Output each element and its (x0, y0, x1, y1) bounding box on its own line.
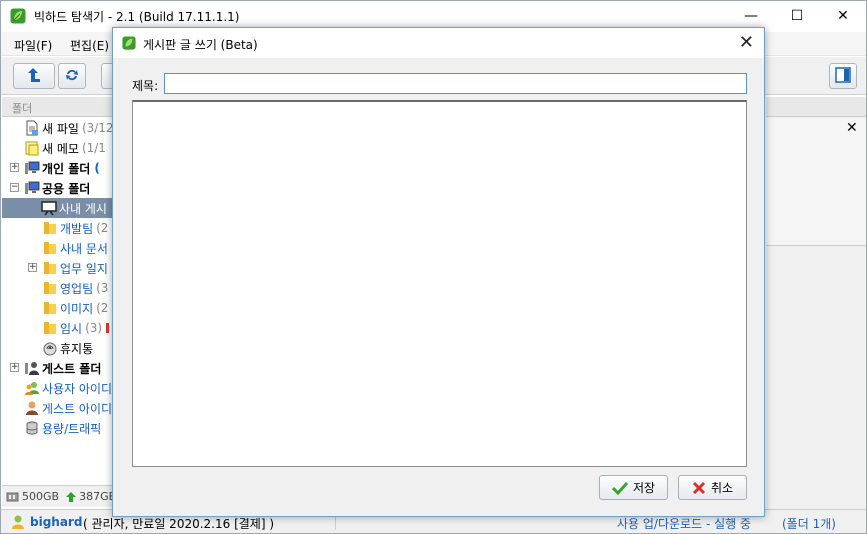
disk-icon (6, 490, 19, 503)
user-avatar-icon (10, 514, 26, 530)
close-button[interactable]: ✕ (820, 1, 866, 31)
tree-item-guest-folder[interactable]: 게스트 폴더 (24, 358, 113, 378)
guest-folder-icon (24, 360, 40, 376)
expand-guest-folder[interactable]: + (10, 363, 19, 372)
tree-item-new-memo[interactable]: 새 메모 (1/1 (24, 138, 113, 158)
tree-item-company-board[interactable]: 사내 게시 (2, 198, 113, 218)
folder-count: (폴더 1개) (782, 517, 836, 531)
guest-user-icon (24, 400, 40, 416)
folder-icon (42, 320, 58, 336)
detail-pane-header (766, 97, 866, 117)
tree-item-trash[interactable]: 휴지통 (42, 338, 113, 358)
trash-icon (42, 340, 58, 356)
new-file-icon (24, 120, 40, 136)
up-folder-button[interactable] (13, 63, 55, 89)
folder-icon (42, 280, 58, 296)
app-leaf-icon (10, 8, 26, 27)
tree-item-temp[interactable]: 임시 (3) (42, 318, 113, 338)
tree-item-dev-team[interactable]: 개발팀 (2 (42, 218, 113, 238)
dialog-leaf-icon (122, 36, 136, 53)
expand-work-log[interactable]: + (28, 263, 37, 272)
close-icon: ✕ (837, 8, 849, 24)
dialog-title: 게시판 글 쓰기 (Beta) (143, 38, 258, 52)
minimize-icon: — (744, 8, 758, 24)
computer-folder-icon (24, 160, 40, 176)
preview-close-icon[interactable]: ✕ (846, 120, 858, 136)
tree-item-images[interactable]: 이미지 (2 (42, 298, 113, 318)
subject-label: 제목: (132, 79, 159, 93)
used-capacity: 387GB (79, 490, 117, 503)
expand-personal-folder[interactable]: + (10, 163, 19, 172)
tree-item-sales-team[interactable]: 영업팀 (3 (42, 278, 113, 298)
cancel-button[interactable]: 취소 (678, 475, 747, 500)
body-textarea[interactable] (132, 100, 747, 467)
dialog-title-bar: 게시판 글 쓰기 (Beta) ✕ (113, 28, 764, 58)
storage-icon (24, 420, 40, 436)
tree-item-public-folder[interactable]: 공용 폴더 (24, 178, 113, 198)
folder-icon (42, 220, 58, 236)
tree-item-new-file[interactable]: 새 파일 (3/12 (24, 118, 113, 138)
up-arrow-icon (25, 67, 43, 86)
folder-icon (42, 260, 58, 276)
preview-area: ✕ (766, 118, 866, 246)
tree-item-storage-traffic[interactable]: 용량/트래픽 (24, 418, 113, 438)
tree-item-work-log[interactable]: 업무 일지 (42, 258, 113, 278)
dialog-close-icon[interactable]: ✕ (739, 32, 754, 53)
detail-pane: ✕ (766, 97, 866, 509)
refresh-icon (64, 67, 80, 86)
menu-file[interactable]: 파일(F) (14, 37, 52, 54)
pane-layout-icon (835, 66, 851, 86)
check-icon (611, 481, 628, 495)
refresh-button[interactable] (58, 63, 86, 89)
subject-input[interactable] (164, 73, 747, 94)
maximize-icon: ☐ (790, 8, 804, 24)
post-write-dialog: 게시판 글 쓰기 (Beta) ✕ 제목: 저장 취소 (112, 27, 765, 517)
tree-item-personal-folder[interactable]: 개인 폴더( (24, 158, 113, 178)
transfer-status: 사용 업/다운로드 - 실행 중 (617, 517, 752, 531)
menu-edit[interactable]: 편집(E) (70, 37, 109, 54)
tree-item-guest-ids[interactable]: 게스트 아이디 (24, 398, 113, 418)
pane-toggle-button[interactable] (829, 63, 857, 89)
board-icon (41, 200, 57, 216)
capacity-status: 500GB 387GB (2, 485, 117, 507)
cancel-x-icon (692, 481, 706, 495)
alert-marker-icon (106, 323, 110, 333)
folder-panel-header: 폴더 (2, 97, 113, 117)
folder-icon (42, 240, 58, 256)
folder-icon (42, 300, 58, 316)
window-title: 빅하드 탐색기 - 2.1 (Build 17.11.1.1) (34, 10, 240, 24)
users-icon (24, 380, 40, 396)
new-memo-icon (24, 140, 40, 156)
folder-tree[interactable]: 새 파일 (3/12 새 메모 (1/1 + 개인 폴더( − 공용 폴더 사내 게… (2, 118, 113, 483)
username: bighard (30, 515, 83, 529)
user-info[interactable]: ( 관리자, 만료일 2020.2.16 [결제] ) (83, 515, 274, 532)
tree-item-company-docs[interactable]: 사내 문서 (42, 238, 113, 258)
maximize-button[interactable]: ☐ (774, 1, 820, 31)
save-button[interactable]: 저장 (599, 475, 668, 500)
computer-folder-icon (24, 180, 40, 196)
used-up-arrow-icon (65, 491, 77, 503)
tree-item-user-ids[interactable]: 사용자 아이디 (24, 378, 113, 398)
total-capacity: 500GB (22, 490, 60, 503)
collapse-public-folder[interactable]: − (10, 183, 19, 192)
